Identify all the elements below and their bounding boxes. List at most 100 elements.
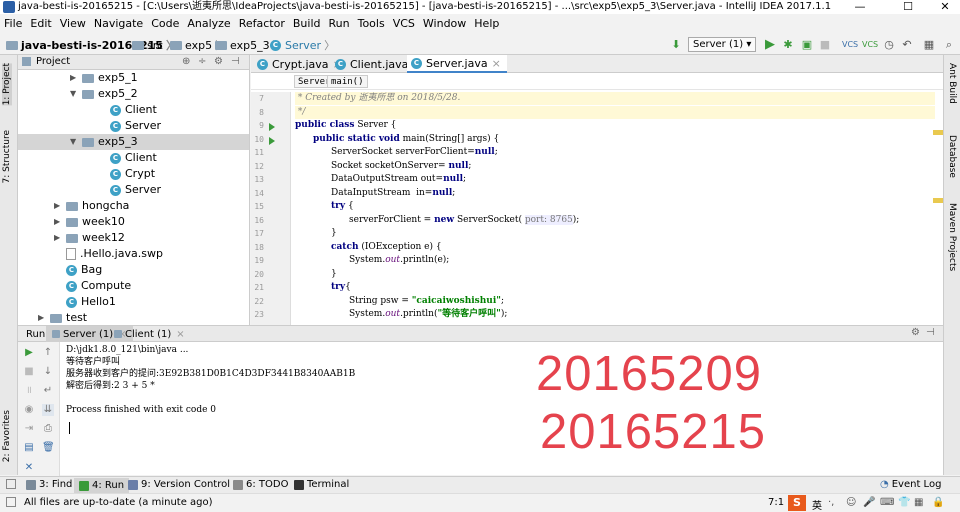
tool-tab-favorites[interactable]: 2: Favorites xyxy=(2,410,12,462)
tool-windows-icon[interactable] xyxy=(6,479,16,489)
tree-item[interactable]: C Server xyxy=(98,118,161,134)
run-tab-client[interactable]: Client (1) × xyxy=(108,326,191,342)
history-icon[interactable]: ◷ xyxy=(882,38,896,52)
tool-tab-project[interactable]: 1: Project xyxy=(2,63,12,106)
tool-tab-run[interactable]: 4: Run xyxy=(74,478,130,493)
tool-tab-terminal[interactable]: Terminal xyxy=(294,479,349,490)
pause-icon[interactable]: ॥ xyxy=(23,385,35,397)
revert-icon[interactable]: ↶ xyxy=(900,38,914,52)
menu-window[interactable]: Window xyxy=(419,15,470,33)
close-tab-icon[interactable]: × xyxy=(176,327,184,342)
exit-icon[interactable]: ⇥ xyxy=(23,423,35,435)
expand-down-icon[interactable]: ▼ xyxy=(70,86,82,102)
tree-item[interactable]: C Compute xyxy=(54,278,131,294)
tool-tab-find[interactable]: 3: Find xyxy=(26,479,72,490)
tool-tab-todo[interactable]: 6: TODO xyxy=(233,479,288,490)
menu-tools[interactable]: Tools xyxy=(354,15,389,33)
layout-icon[interactable]: ▤ xyxy=(23,442,35,454)
hide-icon[interactable]: ⊣ xyxy=(231,55,240,69)
menu-edit[interactable]: Edit xyxy=(26,15,55,33)
run-icon[interactable]: ▶ xyxy=(763,38,777,52)
tree-item[interactable]: C Hello1 xyxy=(54,294,116,310)
scrollbar-warning-mark[interactable] xyxy=(933,130,943,135)
soft-wrap-icon[interactable]: ↵ xyxy=(42,385,54,397)
dump-threads-icon[interactable]: ◉ xyxy=(23,404,35,416)
menu-vcs[interactable]: VCS xyxy=(389,15,419,33)
tool-tab-structure[interactable]: 7: Structure xyxy=(2,130,12,184)
breadcrumb-server[interactable]: C Server 〉 xyxy=(270,37,335,53)
keyboard-icon[interactable]: ⌨ xyxy=(880,497,894,508)
tree-item[interactable]: ▶ week10 xyxy=(54,214,125,230)
expand-right-icon[interactable]: ▶ xyxy=(38,310,50,326)
scroll-down-icon[interactable]: ↓ xyxy=(42,366,54,378)
pin-icon[interactable]: ✕ xyxy=(23,462,35,474)
clear-all-icon[interactable]: 🗑 xyxy=(42,442,55,454)
collapse-icon[interactable]: ÷ xyxy=(198,55,206,69)
microphone-icon[interactable]: 🎤 xyxy=(863,497,875,508)
vcs-commit-icon[interactable]: VCS xyxy=(862,38,878,52)
close-button[interactable]: ✕ xyxy=(930,0,960,14)
menu-build[interactable]: Build xyxy=(289,15,325,33)
print-icon[interactable]: ⎙ xyxy=(42,423,54,435)
settings-icon[interactable]: ⚙ xyxy=(214,55,223,69)
tab-server-java[interactable]: C Server.java × xyxy=(407,55,507,73)
expand-right-icon[interactable]: ▶ xyxy=(54,214,66,230)
menu-view[interactable]: View xyxy=(56,15,90,33)
menu-help[interactable]: Help xyxy=(470,15,503,33)
tree-item[interactable]: C Crypt xyxy=(98,166,155,182)
expand-down-icon[interactable]: ▼ xyxy=(70,134,82,150)
tool-tab-database[interactable]: Database xyxy=(947,135,957,178)
stop-icon[interactable]: ■ xyxy=(23,366,35,378)
scroll-to-end-icon[interactable]: ⇊ xyxy=(42,404,54,416)
sogou-ime-icon[interactable]: S xyxy=(788,495,806,511)
tool-tab-maven-projects[interactable]: Maven Projects xyxy=(947,203,957,271)
emoji-icon[interactable]: ☺ xyxy=(846,497,856,508)
tree-item[interactable]: ▶ exp5_1 xyxy=(70,70,138,86)
run-configuration-select[interactable]: Server (1) ▾ xyxy=(688,37,756,52)
gutter-run-icon[interactable] xyxy=(269,136,275,145)
tree-item[interactable]: ▼ exp5_2 xyxy=(70,86,138,102)
scrollbar-warning-mark[interactable] xyxy=(933,198,943,203)
menu-refactor[interactable]: Refactor xyxy=(235,15,289,33)
event-log-button[interactable]: ◔ Event Log xyxy=(880,479,941,490)
debug-icon[interactable]: ✱ xyxy=(781,38,795,52)
run-settings-icon[interactable]: ⚙ xyxy=(911,327,920,338)
ime-language[interactable]: 英 xyxy=(812,497,822,512)
expand-right-icon[interactable]: ▶ xyxy=(54,198,66,214)
maximize-button[interactable]: ☐ xyxy=(893,0,923,14)
tree-item[interactable]: C Client xyxy=(98,102,157,118)
menu-file[interactable]: File xyxy=(0,15,26,33)
caret-position[interactable]: 7:1 xyxy=(768,497,784,508)
menu-analyze[interactable]: Analyze xyxy=(183,15,234,33)
sync-icon[interactable]: ⊕ xyxy=(182,55,190,69)
search-everywhere-icon[interactable]: ⌕ xyxy=(942,38,956,52)
toolbox-icon[interactable]: ▦ xyxy=(914,497,923,508)
status-icon[interactable] xyxy=(6,497,16,507)
minimize-button[interactable]: — xyxy=(845,0,875,14)
tool-tab-version-control[interactable]: 9: Version Control xyxy=(128,479,230,490)
tree-item[interactable]: ▶ hongcha xyxy=(54,198,129,214)
ime-punctuation-icon[interactable]: ·, xyxy=(828,497,834,508)
tree-item[interactable]: ▶ week12 xyxy=(54,230,125,246)
scroll-up-icon[interactable]: ↑ xyxy=(42,347,54,359)
menu-run[interactable]: Run xyxy=(325,15,354,33)
expand-right-icon[interactable]: ▶ xyxy=(70,70,82,86)
expand-right-icon[interactable]: ▶ xyxy=(54,230,66,246)
tool-tab-ant-build[interactable]: Ant Build xyxy=(947,63,957,104)
crumb-method[interactable]: main() xyxy=(327,75,368,88)
tree-item[interactable]: ▼ exp5_3 xyxy=(70,134,138,150)
menu-code[interactable]: Code xyxy=(147,15,183,33)
build-icon[interactable]: ⬇ xyxy=(669,38,683,52)
code-view[interactable]: * Created by 逝夷所思 on 2018/5/28. */ public… xyxy=(295,92,935,325)
tree-item[interactable]: .Hello.java.swp xyxy=(54,246,163,262)
tree-item[interactable]: ▶ test xyxy=(38,310,87,326)
menu-navigate[interactable]: Navigate xyxy=(90,15,147,33)
project-structure-icon[interactable]: ▦ xyxy=(922,38,936,52)
vcs-update-icon[interactable]: VCS xyxy=(842,38,858,52)
coverage-icon[interactable]: ▣ xyxy=(800,38,814,52)
stop-icon[interactable]: ■ xyxy=(818,38,832,52)
rerun-icon[interactable]: ▶ xyxy=(23,347,35,359)
tree-item[interactable]: C Server xyxy=(98,182,161,198)
skin-icon[interactable]: 👕 xyxy=(898,497,910,508)
tree-item[interactable]: C Bag xyxy=(54,262,102,278)
